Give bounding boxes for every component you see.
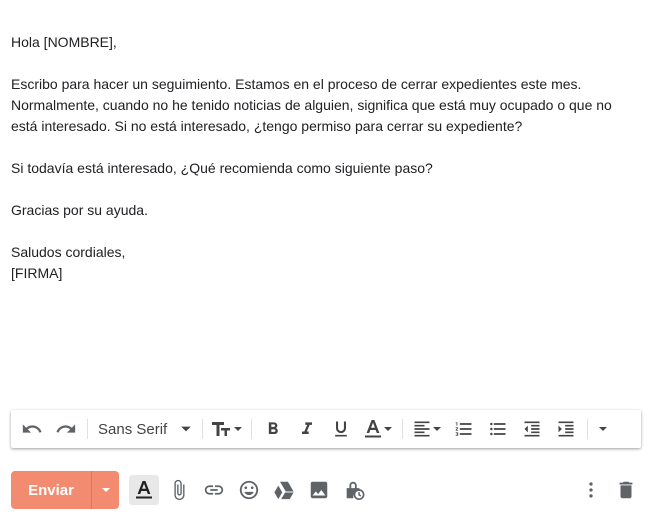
confidential-mode-icon[interactable] [339,475,369,505]
font-family-select[interactable]: Sans Serif [92,414,198,444]
toolbar-divider [87,419,88,439]
chevron-down-icon [181,426,191,432]
redo-icon[interactable] [49,414,83,444]
link-icon[interactable] [199,475,229,505]
paragraph-2: Si todavía está interesado, ¿Qué recomie… [11,160,433,176]
drive-icon[interactable] [269,475,299,505]
chevron-down-icon [384,427,392,431]
send-button[interactable]: Enviar [11,471,91,509]
formatting-toolbar: Sans Serif [11,410,641,448]
discard-icon[interactable] [611,475,641,505]
emoji-icon[interactable] [234,475,264,505]
greeting: Hola [NOMBRE], [11,34,117,50]
font-family-label: Sans Serif [98,420,168,438]
underline-icon[interactable] [324,414,358,444]
toolbar-divider [402,419,403,439]
send-button-group: Enviar [11,471,119,509]
chevron-down-icon [599,427,607,431]
more-options-icon[interactable] [576,475,606,505]
compose-actions-bar: Enviar [11,470,641,510]
closing: Saludos cordiales, [11,244,126,260]
send-options-button[interactable] [92,471,119,509]
paragraph-3: Gracias por su ayuda. [11,202,148,218]
text-color-icon[interactable] [358,414,398,444]
formatting-options-icon[interactable] [129,475,159,505]
align-icon[interactable] [407,414,447,444]
photo-icon[interactable] [304,475,334,505]
chevron-down-icon [101,488,110,492]
signature: [FIRMA] [11,265,63,281]
chevron-down-icon [234,427,242,431]
paragraph-1-line-1: Escribo para hacer un seguimiento. Estam… [11,76,582,92]
paragraph-1-line-2: Normalmente, cuando no he tenido noticia… [11,97,612,113]
undo-icon[interactable] [15,414,49,444]
attach-icon[interactable] [164,475,194,505]
paragraph-1-line-3: está interesado. Si no está interesado, … [11,118,523,134]
email-body[interactable]: Hola [NOMBRE], Escribo para hacer un seg… [11,32,641,284]
bulleted-list-icon[interactable] [481,414,515,444]
indent-more-icon[interactable] [549,414,583,444]
toolbar-divider [202,419,203,439]
italic-icon[interactable] [290,414,324,444]
bold-icon[interactable] [256,414,290,444]
more-formatting-icon[interactable] [592,414,614,444]
font-size-icon[interactable] [207,414,247,444]
indent-less-icon[interactable] [515,414,549,444]
chevron-down-icon [433,427,441,431]
toolbar-divider [587,419,588,439]
numbered-list-icon[interactable] [447,414,481,444]
toolbar-divider [251,419,252,439]
